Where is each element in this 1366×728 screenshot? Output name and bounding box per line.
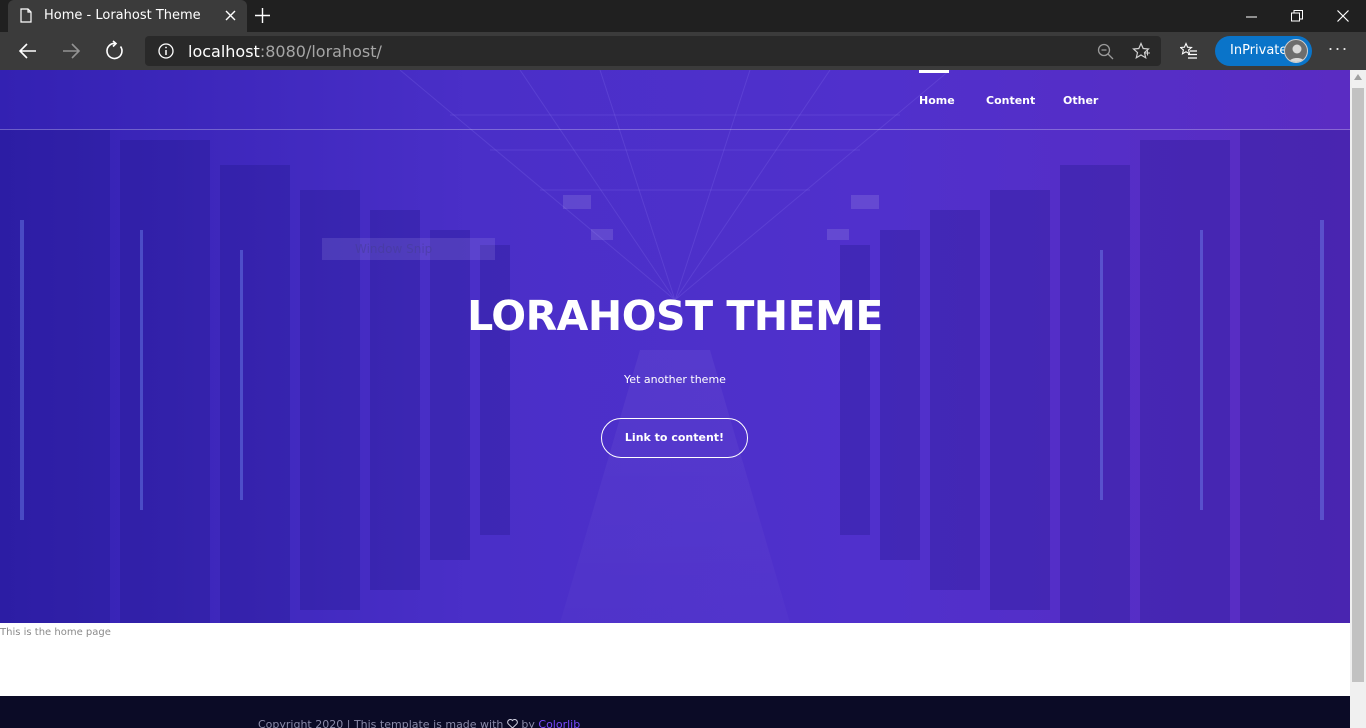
footer-copyright: Copyright 2020 | This template is made w… <box>258 718 580 728</box>
window-snip-overlay: Window Snip <box>322 238 495 260</box>
close-icon <box>1337 10 1349 22</box>
heart-icon <box>507 719 518 728</box>
favorites-icon[interactable] <box>1180 42 1198 60</box>
more-options-icon[interactable]: ··· <box>1327 39 1349 61</box>
nav-item-content[interactable]: Content <box>986 94 1035 107</box>
window-snip-label: Window Snip <box>355 242 433 256</box>
restore-button[interactable] <box>1274 0 1320 32</box>
server-room-background <box>0 70 1350 623</box>
hero-subtitle: Yet another theme <box>624 373 726 386</box>
nav-item-other[interactable]: Other <box>1063 94 1098 107</box>
site-footer: Copyright 2020 | This template is made w… <box>0 696 1350 728</box>
address-bar[interactable]: localhost:8080/lorahost/ <box>145 36 1161 66</box>
restore-icon <box>1291 10 1303 22</box>
forward-icon[interactable] <box>60 40 82 62</box>
browser-toolbar: localhost:8080/lorahost/ InPrivate ··· <box>0 32 1366 70</box>
footer-text-by: by <box>517 718 539 728</box>
refresh-icon[interactable] <box>104 40 126 62</box>
inprivate-label: InPrivate <box>1230 43 1288 58</box>
inprivate-button[interactable]: InPrivate <box>1215 36 1312 66</box>
scroll-up-icon[interactable] <box>1354 74 1362 80</box>
page-viewport: Home Content Other Window Snip LORAHOST … <box>0 70 1350 728</box>
scrollbar-thumb[interactable] <box>1352 88 1364 682</box>
url-host: localhost <box>188 42 260 61</box>
nav-active-indicator <box>919 70 949 73</box>
zoom-out-icon[interactable] <box>1097 43 1114 60</box>
close-window-button[interactable] <box>1320 0 1366 32</box>
main-nav: Home Content Other <box>0 70 1350 130</box>
profile-avatar <box>1284 39 1308 63</box>
tab-strip: Home - Lorahost Theme <box>0 0 1366 32</box>
browser-tab[interactable]: Home - Lorahost Theme <box>8 0 247 32</box>
close-tab-icon[interactable] <box>224 9 237 22</box>
hero-banner: Home Content Other Window Snip LORAHOST … <box>0 70 1350 623</box>
add-favorite-icon[interactable] <box>1132 42 1150 60</box>
url-text[interactable]: localhost:8080/lorahost/ <box>188 42 382 61</box>
link-to-content-button[interactable]: Link to content! <box>601 418 748 458</box>
footer-text-before: Copyright 2020 | This template is made w… <box>258 718 507 728</box>
nav-item-home[interactable]: Home <box>919 94 955 107</box>
hero-title: LORAHOST THEME <box>467 292 883 340</box>
tab-title: Home - Lorahost Theme <box>44 8 201 23</box>
back-icon[interactable] <box>17 40 39 62</box>
colorlib-link[interactable]: Colorlib <box>538 718 580 728</box>
url-path: :8080/lorahost/ <box>259 42 382 61</box>
new-tab-icon[interactable] <box>254 7 271 24</box>
page-scrollbar[interactable] <box>1350 70 1366 728</box>
home-page-text: This is the home page <box>0 627 111 638</box>
minimize-icon <box>1245 16 1257 17</box>
page-icon <box>20 8 32 23</box>
minimize-button[interactable] <box>1228 0 1274 32</box>
info-icon[interactable] <box>158 43 174 59</box>
